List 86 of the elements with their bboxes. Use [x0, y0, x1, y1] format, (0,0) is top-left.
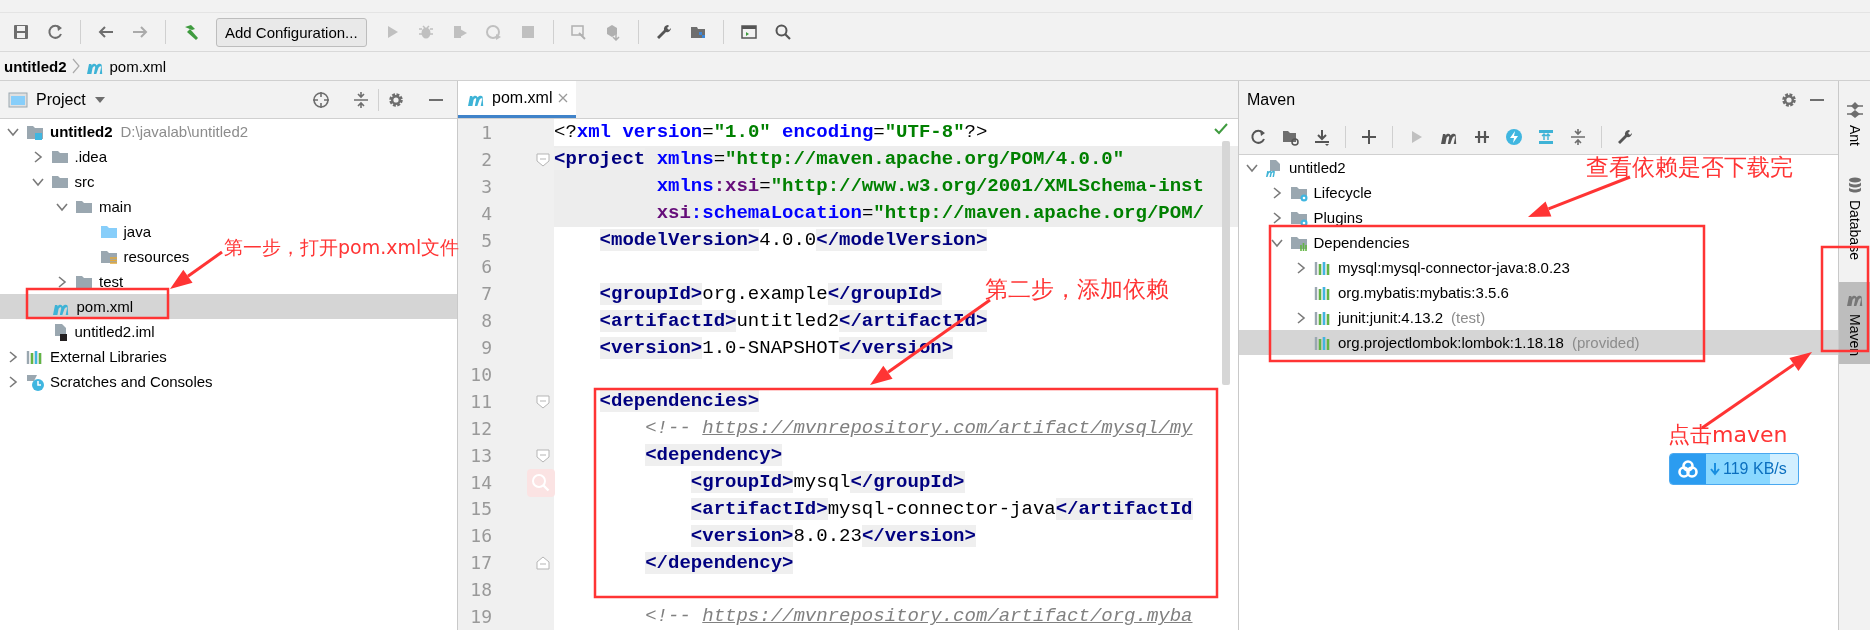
- configuration-button[interactable]: Add Configuration...: [216, 17, 367, 47]
- sync-icon[interactable]: [46, 23, 64, 41]
- tree-item[interactable]: Dependencies: [1269, 230, 1410, 255]
- line-number: 17: [469, 552, 492, 574]
- line-number: 19: [469, 605, 492, 627]
- search-icon[interactable]: [773, 23, 792, 41]
- code-line: <!-- https://mvnrepository.com/artifact/mysql/my: [644, 416, 1193, 442]
- tree-item[interactable]: Plugins: [1269, 205, 1363, 230]
- side-tab[interactable]: Ant: [1839, 93, 1870, 154]
- line-number: 18: [469, 579, 492, 601]
- cloud-icon: [1676, 460, 1700, 478]
- download-icon[interactable]: [1313, 127, 1331, 146]
- window-icon: [8, 91, 28, 108]
- annotation-note: 第一步，打开pom.xml文件: [224, 238, 460, 257]
- scratches-icon: [26, 372, 44, 391]
- plus-icon[interactable]: [1360, 127, 1378, 146]
- line-number: 15: [469, 498, 492, 520]
- line-number: 10: [469, 363, 492, 385]
- tree-item[interactable]: main: [55, 194, 132, 219]
- collapse-icon[interactable]: [352, 90, 370, 109]
- check-icon: [1214, 123, 1228, 135]
- annotation-note: 点击maven: [1668, 424, 1788, 446]
- code-line: <groupId>org.example</groupId>: [598, 281, 942, 307]
- code-line: <project xmlns="http://maven.apache.org/POM/4.0.0": [554, 147, 1125, 173]
- line-number: 12: [469, 417, 492, 439]
- maven-module-icon: [1265, 158, 1283, 177]
- scrollbar[interactable]: [1222, 141, 1230, 385]
- line-number: 9: [480, 337, 492, 359]
- side-tab[interactable]: Maven: [1839, 281, 1870, 364]
- code-line: xmlns:xsi="http://www.w3.org/2001/XMLSchema-inst: [655, 174, 1204, 200]
- panel-title: Project: [36, 90, 86, 109]
- editor-tab[interactable]: pom.xml: [458, 81, 577, 118]
- tree-item[interactable]: test: [55, 269, 124, 294]
- line-number: 6: [480, 256, 492, 278]
- save-icon[interactable]: [12, 23, 30, 41]
- target-icon[interactable]: [312, 90, 330, 109]
- tree-item[interactable]: Lifecycle: [1269, 180, 1372, 205]
- line-number: 16: [469, 525, 492, 547]
- code-line: <!-- https://mvnrepository.com/artifact/org.myba: [644, 604, 1193, 630]
- line-number: 5: [480, 229, 492, 251]
- code-line: <?xml version="1.0" encoding="UTF-8"?>: [554, 120, 988, 146]
- panel-title: Maven: [1247, 91, 1296, 109]
- tree-item[interactable]: .idea: [30, 144, 108, 169]
- tree-item[interactable]: java: [79, 219, 152, 244]
- tree-item[interactable]: Scratches and Consoles: [6, 369, 213, 394]
- tree-item[interactable]: External Libraries: [6, 344, 167, 369]
- tree-item[interactable]: junit:junit:4.13.2 (test): [1294, 305, 1486, 330]
- line-number: 14: [469, 471, 492, 493]
- annotation-note: 第二步，添加依赖: [985, 278, 1169, 301]
- tree-item[interactable]: src: [30, 169, 95, 194]
- line-number: 7: [480, 283, 492, 305]
- download-arrow-icon: [1710, 462, 1720, 476]
- tree-item[interactable]: org.mybatis:mybatis:3.5.6: [1294, 280, 1509, 305]
- tree-item[interactable]: untitled2 D:\javalab\untitled2: [6, 119, 249, 144]
- tree-item[interactable]: untitled2.iml: [30, 319, 155, 344]
- ant-icon: [1845, 101, 1864, 119]
- annotation-note: 查看依赖是否下载完: [1586, 156, 1793, 179]
- line-number: 3: [480, 175, 492, 197]
- side-tab[interactable]: Database: [1839, 168, 1870, 268]
- code-line: <modelVersion>4.0.0</modelVersion>: [598, 228, 988, 253]
- line-number: 8: [480, 310, 492, 332]
- code-line: <groupId>mysql</groupId>: [689, 470, 965, 496]
- tree-item[interactable]: mysql:mysql-connector-java:8.0.23: [1294, 255, 1570, 280]
- breadcrumb-item[interactable]: pom.xml: [109, 57, 167, 75]
- code-line: xsi:schemaLocation="http://maven.apache.org/POM/: [655, 201, 1204, 227]
- lightning-icon[interactable]: [1505, 127, 1523, 146]
- wrench-icon[interactable]: [1616, 127, 1634, 146]
- line-number: 1: [480, 121, 492, 143]
- settings-icon[interactable]: [1780, 91, 1798, 109]
- collapse-icon[interactable]: [1569, 127, 1587, 146]
- tree-item[interactable]: resources: [79, 244, 190, 269]
- code-line: <artifactId>mysql-connector-java</artifactId: [689, 496, 1193, 522]
- line-number: 11: [469, 390, 492, 412]
- close-icon[interactable]: [558, 93, 569, 103]
- chevron-icon: [71, 58, 80, 74]
- expand-icon[interactable]: [1537, 127, 1555, 146]
- terminal-icon[interactable]: [739, 23, 758, 41]
- settings-icon[interactable]: [387, 90, 405, 109]
- sync-icon[interactable]: [1249, 127, 1267, 146]
- code-line: <version>8.0.23</version>: [689, 523, 976, 549]
- dropdown-caret-icon[interactable]: [93, 95, 106, 104]
- line-number: 13: [469, 444, 492, 466]
- line-number: 4: [480, 202, 492, 224]
- breadcrumb-item[interactable]: untitled2: [4, 57, 67, 75]
- tree-item[interactable]: untitled2: [1245, 155, 1346, 180]
- line-number: 2: [480, 148, 492, 170]
